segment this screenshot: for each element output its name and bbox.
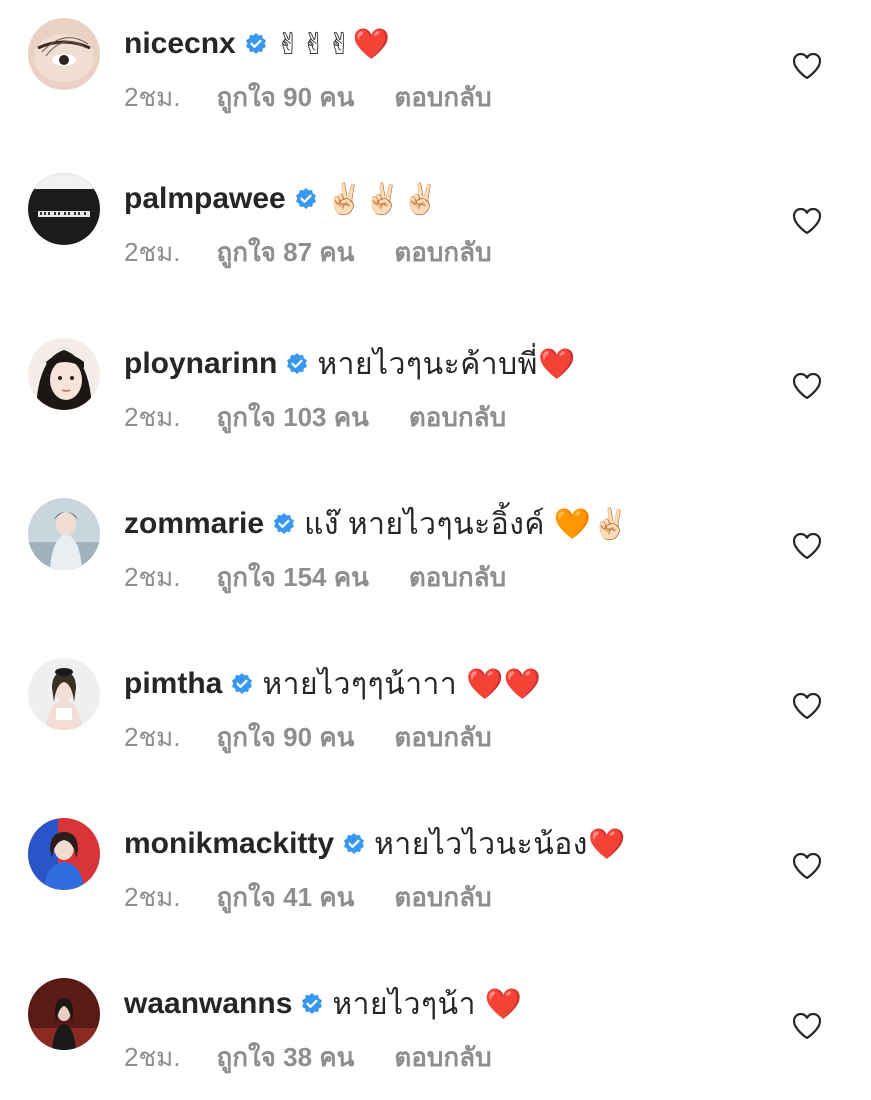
heart-outline-icon[interactable] <box>792 532 822 560</box>
comment-text: หายไวๆนะค้าบพี่❤️ <box>317 347 576 381</box>
likes-count[interactable]: ถูกใจ 90 คน <box>216 717 354 758</box>
heart-outline-icon[interactable] <box>792 692 822 720</box>
comment-time: 2ชม. <box>124 881 181 912</box>
heart-outline-icon[interactable] <box>792 52 822 80</box>
likes-count[interactable]: ถูกใจ 103 คน <box>216 397 368 438</box>
verified-badge-icon <box>230 672 254 696</box>
comment-text: ✌✌✌❤️ <box>275 27 391 61</box>
heart-outline-icon[interactable] <box>792 207 822 235</box>
comment-meta: 2ชม. ถูกใจ 103 คน ตอบกลับ <box>124 400 506 434</box>
comment-header: pimtha หายไวๆๆน้าาา ❤️❤️ <box>124 662 542 706</box>
comment-header: nicecnx ✌✌✌❤️ <box>124 22 391 66</box>
verified-badge-icon <box>285 352 309 376</box>
reply-button[interactable]: ตอบกลับ <box>394 77 491 118</box>
verified-badge-icon <box>294 187 318 211</box>
heart-outline-icon[interactable] <box>792 852 822 880</box>
comment-meta: 2ชม. ถูกใจ 90 คน ตอบกลับ <box>124 720 492 754</box>
verified-badge-icon <box>244 32 268 56</box>
comment-header: monikmackitty หายไวไวนะน้อง❤️ <box>124 822 626 866</box>
avatar[interactable] <box>28 338 100 410</box>
username[interactable]: nicecnx <box>124 27 236 61</box>
avatar[interactable] <box>28 658 100 730</box>
comment-text: หายไวๆๆน้าาา ❤️❤️ <box>262 667 542 701</box>
comment-text: แง๊ หายไวๆนะอิ้งค์ 🧡✌🏻 <box>304 507 630 541</box>
likes-count[interactable]: ถูกใจ 38 คน <box>216 1037 354 1078</box>
username[interactable]: palmpawee <box>124 182 286 216</box>
comment-time: 2ชม. <box>124 721 181 752</box>
comment-time: 2ชม. <box>124 401 181 432</box>
comment-time: 2ชม. <box>124 1041 181 1072</box>
avatar[interactable] <box>28 18 100 90</box>
comment-item: pimtha หายไวๆๆน้าาา ❤️❤️ 2ชม. ถูกใจ 90 ค… <box>0 640 871 780</box>
avatar[interactable] <box>28 818 100 890</box>
comment-item: ploynarinn หายไวๆนะค้าบพี่❤️ 2ชม. ถูกใจ … <box>0 320 871 460</box>
comment-header: zommarie แง๊ หายไวๆนะอิ้งค์ 🧡✌🏻 <box>124 502 630 546</box>
username[interactable]: monikmackitty <box>124 827 334 861</box>
likes-count[interactable]: ถูกใจ 87 คน <box>216 232 354 273</box>
comment-item: nicecnx ✌✌✌❤️ 2ชม. ถูกใจ 90 คน ตอบกลับ <box>0 0 871 140</box>
avatar[interactable] <box>28 498 100 570</box>
heart-outline-icon[interactable] <box>792 1012 822 1040</box>
comment-header: waanwanns หายไวๆน้า ❤️ <box>124 982 523 1026</box>
verified-badge-icon <box>300 992 324 1016</box>
verified-badge-icon <box>272 512 296 536</box>
likes-count[interactable]: ถูกใจ 90 คน <box>216 77 354 118</box>
comment-time: 2ชม. <box>124 236 181 267</box>
comment-header: ploynarinn หายไวๆนะค้าบพี่❤️ <box>124 342 576 386</box>
verified-badge-icon <box>342 832 366 856</box>
comment-item: palmpawee ✌🏻✌🏻✌🏻 2ชม. ถูกใจ 87 คน ตอบกลั… <box>0 155 871 295</box>
username[interactable]: waanwanns <box>124 987 292 1021</box>
comment-item: zommarie แง๊ หายไวๆนะอิ้งค์ 🧡✌🏻 2ชม. ถูก… <box>0 480 871 620</box>
reply-button[interactable]: ตอบกลับ <box>409 397 506 438</box>
avatar[interactable] <box>28 978 100 1050</box>
comment-time: 2ชม. <box>124 81 181 112</box>
avatar[interactable] <box>28 173 100 245</box>
comment-meta: 2ชม. ถูกใจ 87 คน ตอบกลับ <box>124 235 492 269</box>
reply-button[interactable]: ตอบกลับ <box>394 717 491 758</box>
comment-meta: 2ชม. ถูกใจ 38 คน ตอบกลับ <box>124 1040 492 1074</box>
likes-count[interactable]: ถูกใจ 154 คน <box>216 557 368 598</box>
comment-text: ✌🏻✌🏻✌🏻 <box>325 182 440 216</box>
reply-button[interactable]: ตอบกลับ <box>394 1037 491 1078</box>
comment-text: หายไวไวนะน้อง❤️ <box>374 827 626 861</box>
likes-count[interactable]: ถูกใจ 41 คน <box>216 877 354 918</box>
reply-button[interactable]: ตอบกลับ <box>394 232 491 273</box>
comment-time: 2ชม. <box>124 561 181 592</box>
comment-text: หายไวๆน้า ❤️ <box>332 987 523 1021</box>
username[interactable]: ploynarinn <box>124 347 277 381</box>
comment-item: monikmackitty หายไวไวนะน้อง❤️ 2ชม. ถูกใจ… <box>0 800 871 940</box>
comment-header: palmpawee ✌🏻✌🏻✌🏻 <box>124 177 439 221</box>
reply-button[interactable]: ตอบกลับ <box>409 557 506 598</box>
reply-button[interactable]: ตอบกลับ <box>394 877 491 918</box>
heart-outline-icon[interactable] <box>792 372 822 400</box>
comment-meta: 2ชม. ถูกใจ 154 คน ตอบกลับ <box>124 560 506 594</box>
comment-item: waanwanns หายไวๆน้า ❤️ 2ชม. ถูกใจ 38 คน … <box>0 960 871 1100</box>
comment-meta: 2ชม. ถูกใจ 90 คน ตอบกลับ <box>124 80 492 114</box>
username[interactable]: pimtha <box>124 667 222 701</box>
comment-meta: 2ชม. ถูกใจ 41 คน ตอบกลับ <box>124 880 492 914</box>
username[interactable]: zommarie <box>124 507 264 541</box>
